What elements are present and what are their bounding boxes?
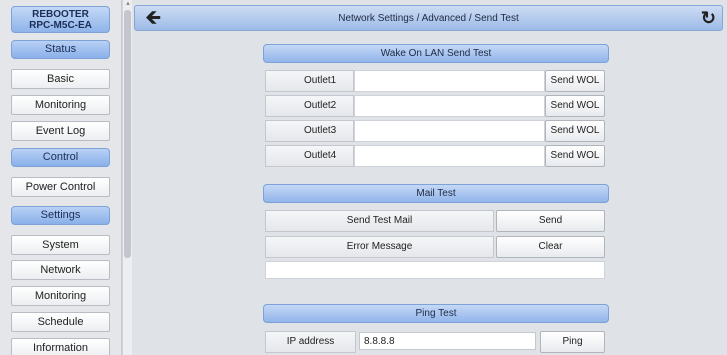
error-message-label: Error Message	[265, 236, 494, 258]
outlet3-label: Outlet3	[265, 120, 354, 142]
sidebar-section-status[interactable]: Status	[11, 40, 110, 59]
refresh-icon[interactable]: ↻	[701, 7, 716, 29]
sidebar-item-basic[interactable]: Basic	[11, 69, 110, 89]
wol-row-1: Outlet1 Send WOL	[265, 70, 605, 92]
outlet4-value	[354, 145, 545, 167]
mail-panel-title: Mail Test	[263, 184, 609, 203]
wol-row-2: Outlet2 Send WOL	[265, 95, 605, 117]
outlet2-label: Outlet2	[265, 95, 354, 117]
wol-row-3: Outlet3 Send WOL	[265, 120, 605, 142]
mail-send-row: Send Test Mail Send	[265, 210, 605, 232]
outlet4-send-wol-button[interactable]: Send WOL	[545, 145, 605, 167]
outlet2-value	[354, 95, 545, 117]
outlet1-send-wol-button[interactable]: Send WOL	[545, 70, 605, 92]
sidebar-item-information[interactable]: Information	[11, 338, 110, 355]
sidebar-item-monitoring-settings[interactable]: Monitoring	[11, 286, 110, 306]
wol-row-4: Outlet4 Send WOL	[265, 145, 605, 167]
scroll-up-icon[interactable]: ▲	[125, 1, 131, 7]
error-message-output	[265, 261, 605, 279]
sidebar-item-event-log[interactable]: Event Log	[11, 121, 110, 141]
outlet3-value	[354, 120, 545, 142]
app-root: REBOOTER RPC-M5C-EA Status Basic Monitor…	[0, 0, 727, 355]
send-mail-button[interactable]: Send	[496, 210, 605, 232]
brand-model: RPC-M5C-EA	[29, 20, 92, 31]
outlet3-send-wol-button[interactable]: Send WOL	[545, 120, 605, 142]
sidebar-item-schedule[interactable]: Schedule	[11, 312, 110, 332]
outlet2-send-wol-button[interactable]: Send WOL	[545, 95, 605, 117]
scrollbar-thumb[interactable]	[124, 10, 131, 258]
sidebar-section-settings[interactable]: Settings	[11, 206, 110, 225]
sidebar-item-network[interactable]: Network	[11, 260, 110, 280]
sidebar-section-control[interactable]: Control	[11, 148, 110, 167]
mail-error-row: Error Message Clear	[265, 236, 605, 258]
outlet1-value	[354, 70, 545, 92]
ping-panel-title: Ping Test	[263, 304, 609, 323]
ping-button[interactable]: Ping	[540, 331, 605, 353]
sidebar-scrollbar[interactable]: ▲	[122, 0, 132, 355]
page-title: Network Settings / Advanced / Send Test	[338, 13, 519, 24]
sidebar-item-power-control[interactable]: Power Control	[11, 177, 110, 197]
sidebar: REBOOTER RPC-M5C-EA Status Basic Monitor…	[0, 0, 122, 355]
outlet4-label: Outlet4	[265, 145, 354, 167]
send-test-mail-label: Send Test Mail	[265, 210, 494, 232]
ip-address-input[interactable]	[359, 332, 536, 350]
sidebar-item-monitoring-status[interactable]: Monitoring	[11, 95, 110, 115]
device-brand[interactable]: REBOOTER RPC-M5C-EA	[11, 6, 110, 33]
clear-button[interactable]: Clear	[496, 236, 605, 258]
ping-row: IP address Ping	[265, 331, 605, 353]
wol-panel-title: Wake On LAN Send Test	[263, 44, 609, 63]
outlet1-label: Outlet1	[265, 70, 354, 92]
page-header: 🡸 Network Settings / Advanced / Send Tes…	[134, 5, 723, 31]
ip-address-label: IP address	[265, 331, 356, 353]
brand-name: REBOOTER	[32, 9, 89, 20]
sidebar-item-system[interactable]: System	[11, 235, 110, 255]
